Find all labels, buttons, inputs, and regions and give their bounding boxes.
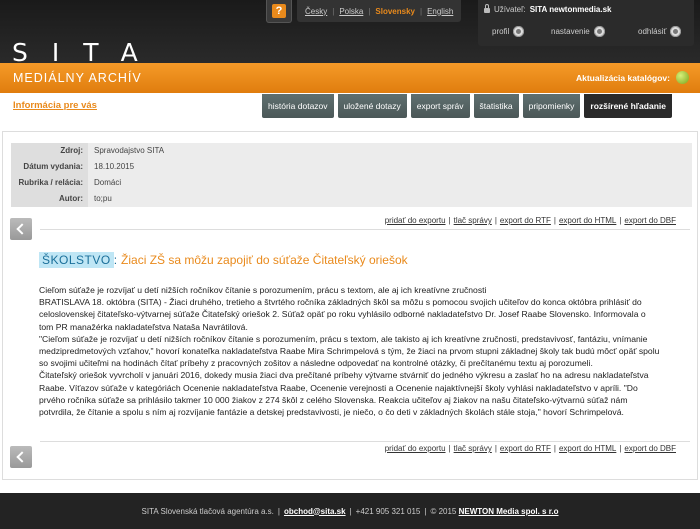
export-rtf-link[interactable]: export do RTF	[500, 216, 551, 225]
article-actions-top: pridať do exportu | tlač správy | export d…	[384, 216, 676, 225]
page-title: MEDIÁLNY ARCHÍV	[13, 71, 142, 85]
article-body: Cieľom súťaže je rozvíjať u detí nižších…	[39, 284, 661, 418]
user-box: Užívateľ: SITA newtonmedia.sk profil nas…	[478, 0, 694, 46]
settings-button[interactable]: nastavenie	[551, 26, 605, 37]
footer-copyright: © 2015	[430, 506, 457, 516]
tab-comments[interactable]: pripomienky	[522, 94, 581, 118]
help-button[interactable]: ?	[266, 0, 292, 23]
footer-phone: +421 905 321 015	[355, 506, 421, 516]
export-html-link[interactable]: export do HTML	[559, 216, 616, 225]
export-dbf-link[interactable]: export do DBF	[624, 216, 676, 225]
export-rtf-link[interactable]: export do RTF	[500, 444, 551, 453]
tab-saved-queries[interactable]: uložené dotazy	[337, 94, 407, 118]
print-link[interactable]: tlač správy	[454, 444, 492, 453]
divider	[40, 441, 690, 442]
profile-icon	[513, 26, 525, 37]
sita-logo[interactable]: SITA	[12, 40, 162, 65]
footer-email-link[interactable]: obchod@sita.sk	[284, 507, 346, 516]
tab-advanced-search[interactable]: rozšírené hľadanie	[584, 94, 672, 118]
article-paragraph: Cieľom súťaže je rozvíjať u detí nižších…	[39, 285, 487, 295]
article-headline: ŠKOLSTVO : Žiaci ZŠ sa môžu zapojiť do s…	[39, 252, 408, 268]
meta-row: Rubrika / relácia: Domáci	[11, 175, 692, 191]
article-paragraph: Čitateľský oriešok vyvrcholí v januári 2…	[39, 370, 649, 418]
print-link[interactable]: tlač správy	[454, 216, 492, 225]
nav-tabs: história dotazov uložené dotazy export s…	[262, 94, 672, 118]
meta-row: Dátum vydania: 18.10.2015	[11, 159, 692, 175]
settings-icon	[593, 26, 605, 37]
lang-czech[interactable]: Česky	[305, 7, 327, 16]
tab-statistics[interactable]: štatistika	[473, 94, 519, 118]
logout-icon	[670, 26, 682, 37]
footer: SITA Slovenská tlačová agentúra a.s. | ob…	[0, 493, 700, 529]
user-name: SITA newtonmedia.sk	[529, 5, 612, 14]
catalog-update-label: Aktualizácia katalógov:	[575, 73, 670, 83]
back-button[interactable]	[10, 218, 32, 240]
add-to-export-link[interactable]: pridať do exportu	[385, 444, 446, 453]
export-dbf-link[interactable]: export do DBF	[624, 444, 676, 453]
help-icon: ?	[272, 4, 286, 18]
user-label: Užívateľ:	[494, 5, 526, 14]
lock-icon	[484, 4, 490, 13]
article-paragraph: "Cieľom súťaže je rozvíjať u detí nižšíc…	[39, 333, 660, 369]
lang-english[interactable]: English	[427, 7, 453, 16]
lang-slovak[interactable]: Slovensky	[375, 7, 415, 16]
status-indicator-icon	[676, 71, 689, 84]
logout-button[interactable]: odhlásiť	[638, 26, 682, 37]
article-actions-bottom: pridať do exportu | tlač správy | export d…	[384, 444, 676, 453]
meta-row: Autor: to;pu	[11, 191, 692, 207]
back-button-bottom[interactable]	[10, 446, 32, 468]
lang-polish[interactable]: Polska	[339, 7, 363, 16]
export-html-link[interactable]: export do HTML	[559, 444, 616, 453]
banner: MEDIÁLNY ARCHÍV Aktualizácia katalógov:	[0, 63, 700, 93]
rubric-badge: ŠKOLSTVO	[39, 252, 114, 268]
meta-row: Zdroj: Spravodajstvo SITA	[11, 143, 692, 159]
tab-query-history[interactable]: história dotazov	[262, 94, 334, 118]
info-link[interactable]: Informácia pre vás	[13, 100, 97, 111]
article-paragraph: BRATISLAVA 18. októbra (SITA) - Žiaci dr…	[39, 297, 646, 332]
article-title: Žiaci ZŠ sa môžu zapojiť do súťaže Čitat…	[121, 253, 408, 267]
footer-company: SITA Slovenská tlačová agentúra a.s.	[141, 506, 274, 516]
language-switcher: Česky | Polska | Slovensky | English	[297, 0, 462, 22]
profile-button[interactable]: profil	[492, 26, 525, 37]
top-header: ? Česky | Polska | Slovensky | English Užív…	[0, 0, 700, 65]
article-meta: Zdroj: Spravodajstvo SITA Dátum vydania: 1…	[11, 143, 692, 207]
divider	[40, 229, 690, 230]
footer-partner-link[interactable]: NEWTON Media spol. s r.o	[459, 507, 559, 516]
add-to-export-link[interactable]: pridať do exportu	[385, 216, 446, 225]
tab-export-reports[interactable]: export správ	[410, 94, 470, 118]
